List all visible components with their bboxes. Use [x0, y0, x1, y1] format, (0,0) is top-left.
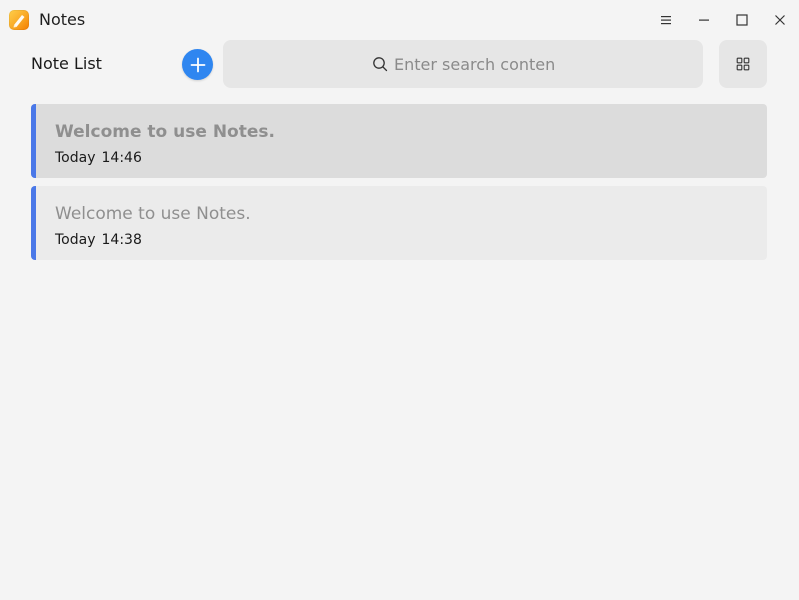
minimize-icon	[699, 19, 709, 21]
search-input[interactable]	[394, 54, 554, 74]
close-button[interactable]	[768, 8, 792, 32]
menu-button[interactable]	[654, 8, 678, 32]
grid-view-icon	[736, 57, 750, 71]
note-item[interactable]: Welcome to use Notes. Today 14:38	[31, 186, 767, 260]
maximize-button[interactable]	[730, 8, 754, 32]
note-day: Today	[55, 150, 96, 166]
maximize-icon	[736, 14, 748, 26]
title-bar: Notes	[0, 0, 799, 40]
notes-app-icon	[9, 10, 29, 30]
minimize-button[interactable]	[692, 8, 716, 32]
app-title: Notes	[39, 10, 86, 29]
notes-window: Notes Note List Enter search content Wel…	[0, 0, 799, 600]
search-icon	[373, 57, 388, 72]
note-item-selected[interactable]: Welcome to use Notes. Today 14:46	[31, 104, 767, 178]
search-box[interactable]	[223, 40, 703, 88]
plus-icon	[190, 57, 205, 72]
note-timestamp: Today 14:46	[55, 149, 142, 167]
menu-icon	[661, 16, 671, 25]
note-time: 14:38	[101, 232, 142, 248]
note-time: 14:46	[101, 150, 142, 166]
note-accent-bar	[31, 186, 36, 260]
close-icon	[775, 15, 785, 25]
note-list: Welcome to use Notes. Today 14:46 Welcome…	[31, 104, 767, 268]
note-day: Today	[55, 232, 96, 248]
note-title: Welcome to use Notes.	[55, 204, 251, 224]
add-note-button[interactable]	[182, 49, 213, 80]
note-list-heading: Note List	[31, 54, 102, 73]
note-title: Welcome to use Notes.	[55, 122, 275, 142]
note-timestamp: Today 14:38	[55, 231, 142, 249]
note-accent-bar	[31, 104, 36, 178]
view-toggle-button[interactable]	[719, 40, 767, 88]
